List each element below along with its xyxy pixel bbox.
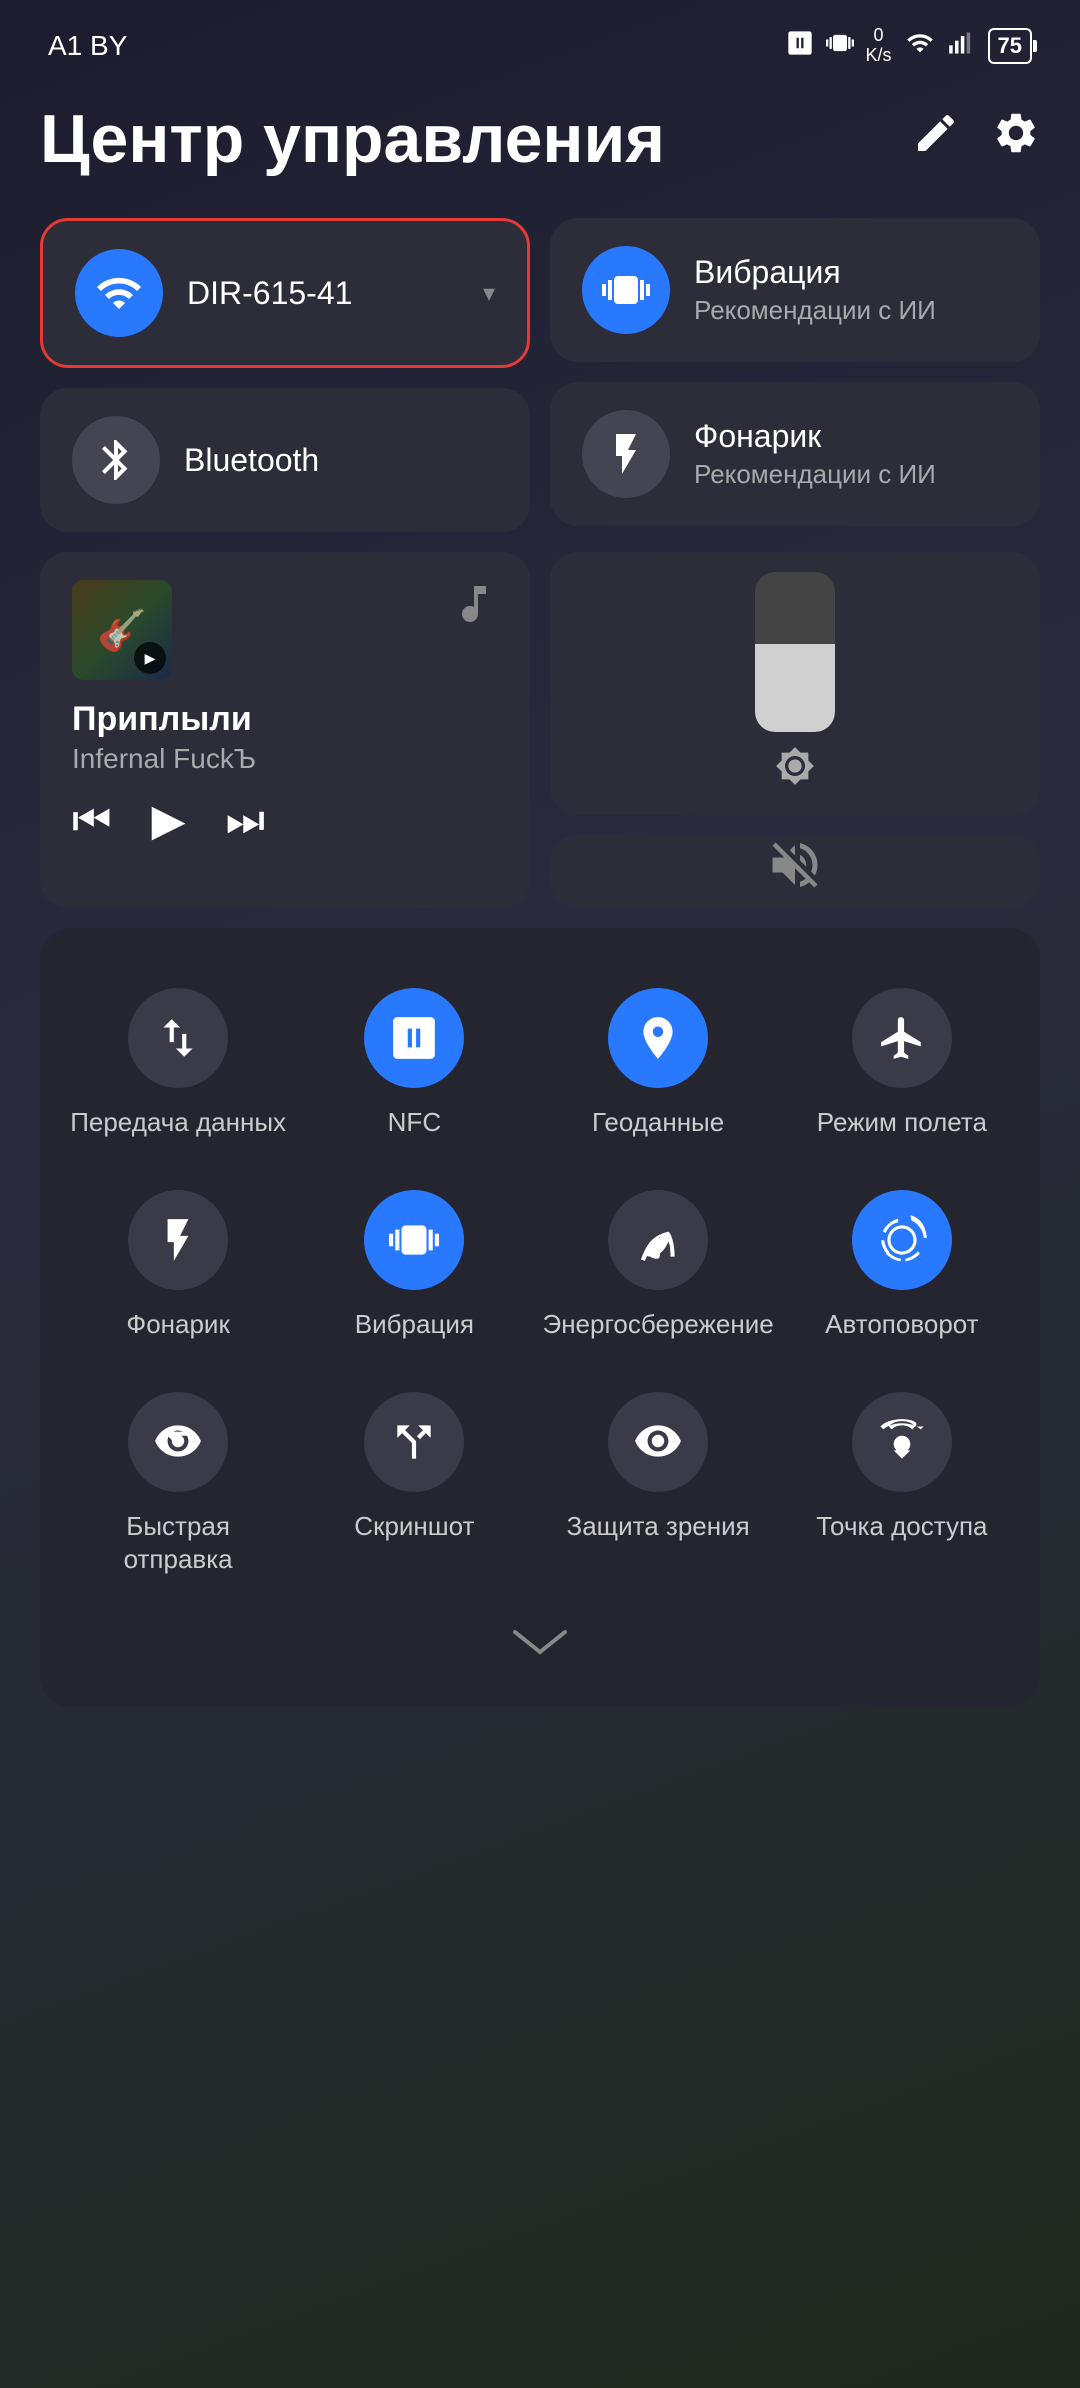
media-prev-button[interactable]: ⏮ <box>72 796 112 846</box>
wifi-icon-circle <box>75 249 163 337</box>
status-icons: 0 K/s 75 <box>786 26 1033 66</box>
quickshare-icon-circle <box>128 1392 228 1492</box>
flashlight-icon-circle <box>582 410 670 498</box>
airplane-icon-circle <box>852 988 952 1088</box>
header-actions <box>912 109 1040 169</box>
left-tile-column: DIR-615-41 ▾ Bluetooth <box>40 218 530 532</box>
wifi-status-icon <box>904 29 936 64</box>
vibration-text: Вибрация Рекомендации с ИИ <box>694 254 936 326</box>
vibration2-label: Вибрация <box>355 1308 474 1342</box>
bottom-tile-energysave[interactable]: Энергосбережение <box>533 1170 784 1362</box>
eyeprotect-label: Защита зрения <box>567 1510 750 1544</box>
bottom-tile-flashlight[interactable]: Фонарик <box>60 1170 296 1362</box>
mute-icon <box>765 835 825 908</box>
vibration-tile[interactable]: Вибрация Рекомендации с ИИ <box>550 218 1040 362</box>
location-icon-circle <box>608 988 708 1088</box>
nfc-icon-circle <box>364 988 464 1088</box>
bluetooth-icon-circle <box>72 416 160 504</box>
flashlight-label: Фонарик <box>694 418 936 455</box>
flashlight-tile[interactable]: Фонарик Рекомендации с ИИ <box>550 382 1040 526</box>
brightness-icon <box>775 746 815 795</box>
edit-icon[interactable] <box>912 109 960 169</box>
transfer-label: Передача данных <box>70 1106 286 1140</box>
bottom-tile-autorotate[interactable]: Автоповорот <box>784 1170 1020 1362</box>
energysave-icon-circle <box>608 1190 708 1290</box>
airplane-label: Режим полета <box>817 1106 987 1140</box>
bottom-tile-eyeprotect[interactable]: Защита зрения <box>533 1372 784 1598</box>
wifi-tile[interactable]: DIR-615-41 ▾ <box>40 218 530 368</box>
autorotate-icon-circle <box>852 1190 952 1290</box>
flashlight-sublabel: Рекомендации с ИИ <box>694 459 936 490</box>
media-cover-art: ▶ <box>72 580 172 680</box>
media-controls: ⏮ ▶ ⏭ <box>72 795 498 846</box>
vibration-sublabel: Рекомендации с ИИ <box>694 295 936 326</box>
screenshot-icon-circle <box>364 1392 464 1492</box>
media-next-button[interactable]: ⏭ <box>225 796 265 846</box>
hotspot-icon-circle <box>852 1392 952 1492</box>
bottom-tile-transfer[interactable]: Передача данных <box>60 968 296 1160</box>
main-content: Центр управления DIR-615-41 ▾ <box>0 80 1080 1747</box>
energysave-label: Энергосбережение <box>543 1308 774 1342</box>
speed-label: 0 K/s <box>866 26 892 66</box>
right-tile-column: Вибрация Рекомендации с ИИ Фонарик Реком… <box>550 218 1040 532</box>
nfc-label: NFC <box>388 1106 441 1140</box>
media-artist: Infernal FuckЪ <box>72 743 498 775</box>
hotspot-label: Точка доступа <box>816 1510 987 1544</box>
play-overlay-icon: ▶ <box>134 642 166 674</box>
header: Центр управления <box>40 100 1040 178</box>
flashlight2-icon-circle <box>128 1190 228 1290</box>
eyeprotect-icon-circle <box>608 1392 708 1492</box>
location-label: Геоданные <box>592 1106 724 1140</box>
page-title: Центр управления <box>40 100 665 178</box>
carrier-label: A1 BY <box>48 30 127 62</box>
bottom-tile-screenshot[interactable]: Скриншот <box>296 1372 532 1598</box>
media-wave-icon <box>450 580 498 639</box>
media-top: ▶ <box>72 580 498 680</box>
wifi-ssid-label: DIR-615-41 <box>187 275 352 312</box>
bottom-tile-nfc[interactable]: NFC <box>296 968 532 1160</box>
bottom-chevron[interactable] <box>60 1597 1020 1667</box>
bottom-tile-quickshare[interactable]: Быстрая отправка <box>60 1372 296 1598</box>
media-play-button[interactable]: ▶ <box>152 795 186 846</box>
quick-tiles-top: DIR-615-41 ▾ Bluetooth Вибрация Рекоме <box>40 218 1040 532</box>
mute-tile[interactable] <box>550 835 1040 908</box>
battery-indicator: 75 <box>988 28 1032 64</box>
vibration-label: Вибрация <box>694 254 936 291</box>
transfer-icon-circle <box>128 988 228 1088</box>
bottom-tile-vibration2[interactable]: Вибрация <box>296 1170 532 1362</box>
bluetooth-label: Bluetooth <box>184 442 319 479</box>
settings-icon[interactable] <box>992 109 1040 169</box>
signal-icon <box>948 29 976 64</box>
media-info: Приплыли Infernal FuckЪ <box>72 700 498 775</box>
quickshare-label: Быстрая отправка <box>70 1510 286 1578</box>
brightness-tile[interactable] <box>550 552 1040 815</box>
vibration-icon-circle <box>582 246 670 334</box>
vibrate-status-icon <box>826 29 854 64</box>
bluetooth-tile[interactable]: Bluetooth <box>40 388 530 532</box>
media-title: Приплыли <box>72 700 498 739</box>
bottom-tile-location[interactable]: Геоданные <box>533 968 784 1160</box>
flashlight-text: Фонарик Рекомендации с ИИ <box>694 418 936 490</box>
media-player-tile[interactable]: ▶ Приплыли Infernal FuckЪ ⏮ ▶ ⏭ <box>40 552 530 908</box>
wifi-arrow-icon: ▾ <box>483 279 495 308</box>
nfc-status-icon <box>786 29 814 64</box>
quick-settings-grid: Передача данных NFC Геоданные <box>40 928 1040 1707</box>
status-bar: A1 BY 0 K/s 75 <box>0 0 1080 80</box>
vibration2-icon-circle <box>364 1190 464 1290</box>
autorotate-label: Автоповорот <box>825 1308 978 1342</box>
bottom-tile-hotspot[interactable]: Точка доступа <box>784 1372 1020 1598</box>
screenshot-label: Скриншот <box>354 1510 474 1544</box>
bottom-tile-airplane[interactable]: Режим полета <box>784 968 1020 1160</box>
flashlight2-label: Фонарик <box>126 1308 229 1342</box>
bottom-tiles-grid: Передача данных NFC Геоданные <box>60 968 1020 1597</box>
